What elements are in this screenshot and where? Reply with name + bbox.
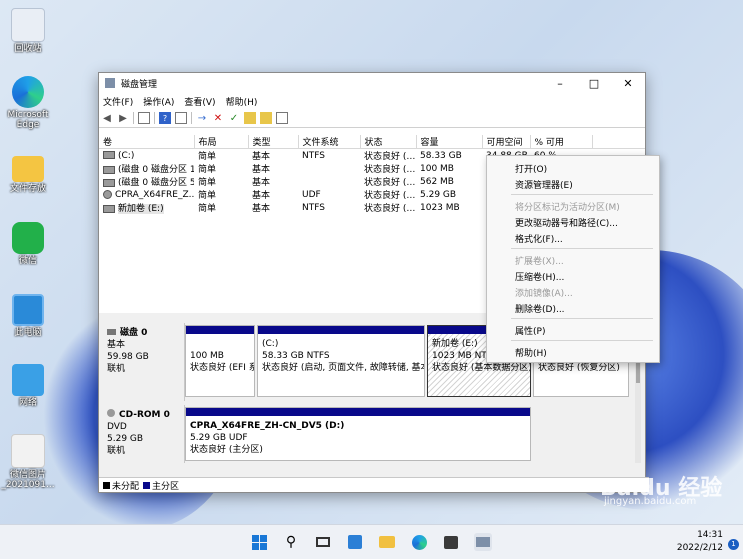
desktop-icon-edge[interactable]: Microsoft Edge: [0, 76, 56, 130]
desktop-icon-this-pc[interactable]: 此电脑: [0, 294, 56, 338]
title-bar[interactable]: 磁盘管理 – □ ✕: [99, 73, 645, 93]
column-type[interactable]: 类型: [248, 135, 299, 149]
cd-icon: [103, 189, 112, 199]
menu-item-add-mirror: 添加镜像(A)...: [515, 289, 573, 299]
disk-icon: [107, 329, 116, 335]
volume-icon: [103, 151, 115, 159]
taskbar: ⚲ 14:31 2022/2/12 1: [0, 524, 743, 559]
explore-icon[interactable]: [260, 112, 272, 124]
column-status[interactable]: 状态: [360, 135, 417, 149]
partition-c[interactable]: (C:) 58.33 GB NTFS 状态良好 (启动, 页面文件, 故障转储, 基…: [257, 325, 425, 397]
partition-cdrom-d[interactable]: CPRA_X64FRE_ZH-CN_DV5 (D:) 5.29 GB UDF 状态良…: [185, 407, 531, 461]
menu-item-delete[interactable]: 删除卷(D)...: [515, 302, 565, 315]
legend-unallocated-swatch: [103, 481, 110, 489]
help-icon[interactable]: ?: [159, 112, 171, 124]
minimize-button[interactable]: –: [543, 73, 577, 93]
legend-primary-swatch: [143, 481, 151, 489]
column-capacity[interactable]: 容量: [416, 135, 483, 149]
back-icon[interactable]: ◀: [101, 112, 113, 124]
disk0-label[interactable]: 磁盘 0 基本 59.98 GB 联机: [101, 323, 185, 401]
volume-icon: [103, 204, 115, 213]
widgets-icon[interactable]: [346, 533, 364, 551]
desktop-icon-recycle-bin[interactable]: 回收站: [0, 8, 56, 54]
partition-efi[interactable]: 100 MB 状态良好 (EFI 系: [185, 325, 255, 397]
column-volume[interactable]: 卷: [99, 135, 195, 149]
edge-taskbar-icon[interactable]: [410, 533, 428, 551]
open-folder-icon[interactable]: [244, 112, 256, 124]
cd-icon: [107, 409, 115, 417]
task-view-icon[interactable]: [314, 533, 332, 551]
table-header: 卷 布局 类型 文件系统 状态 容量 可用空间 % 可用: [99, 135, 645, 149]
desktop-icon-folder[interactable]: 文件存放: [0, 152, 56, 194]
menu-item-extend: 扩展卷(X)...: [515, 257, 564, 267]
monitor-icon: [12, 294, 44, 326]
system-clock[interactable]: 14:31 2022/2/12: [677, 529, 723, 555]
disk-management-icon: [105, 78, 115, 88]
context-menu: 打开(O) 资源管理器(E) 将分区标记为活动分区(M) 更改驱动器号和路径(C…: [486, 155, 660, 363]
delete-icon[interactable]: ✕: [212, 112, 224, 124]
file-explorer-icon[interactable]: [378, 533, 396, 551]
menu-item-help[interactable]: 帮助(H): [515, 346, 547, 359]
column-free-space[interactable]: 可用空间: [482, 135, 531, 149]
menu-item-shrink[interactable]: 压缩卷(H)...: [515, 270, 564, 283]
cdrom0-label[interactable]: CD-ROM 0 DVD 5.29 GB 联机: [101, 405, 185, 463]
desktop-icon-wechat[interactable]: 微信: [0, 222, 56, 266]
forward-icon[interactable]: ▶: [117, 112, 129, 124]
close-button[interactable]: ✕: [611, 73, 645, 93]
volume-icon: [103, 165, 115, 174]
network-icon: [12, 364, 44, 396]
recycle-bin-icon: [11, 8, 45, 42]
desktop-icon-wechat-image[interactable]: 微信图片_2021091...: [0, 434, 56, 490]
desktop-icon-network[interactable]: 网络: [0, 364, 56, 408]
list-view-icon[interactable]: [276, 112, 288, 124]
menu-action[interactable]: 操作(A): [143, 95, 174, 108]
column-layout[interactable]: 布局: [194, 135, 249, 149]
menu-item-change-drive-letter[interactable]: 更改驱动器号和路径(C)...: [515, 216, 618, 229]
column-filesystem[interactable]: 文件系统: [298, 135, 361, 149]
baidu-watermark-url: jingyan.baidu.com: [604, 496, 697, 507]
menu-item-format[interactable]: 格式化(F)...: [515, 232, 563, 245]
connect-icon[interactable]: →: [196, 112, 208, 124]
wechat-icon: [12, 222, 44, 254]
legend: 未分配 主分区: [99, 477, 649, 492]
column-percent-free[interactable]: % 可用: [530, 135, 593, 149]
check-icon[interactable]: ✓: [228, 112, 240, 124]
menu-item-open[interactable]: 打开(O): [515, 162, 547, 175]
disk-management-taskbar-icon[interactable]: [474, 533, 492, 551]
start-icon[interactable]: [250, 533, 268, 551]
image-file-icon: [11, 434, 45, 468]
menu-help[interactable]: 帮助(H): [226, 95, 258, 108]
menu-file[interactable]: 文件(F): [103, 95, 133, 108]
menu-item-explorer[interactable]: 资源管理器(E): [515, 178, 573, 191]
console-tree-icon[interactable]: [138, 112, 150, 124]
search-icon[interactable]: ⚲: [282, 533, 300, 551]
volume-icon: [103, 178, 115, 187]
menu-item-properties[interactable]: 属性(P): [515, 324, 545, 337]
edge-icon: [12, 76, 44, 108]
toolbar: ◀ ▶ ? → ✕ ✓: [99, 109, 645, 128]
store-icon[interactable]: [442, 533, 460, 551]
properties-icon[interactable]: [175, 112, 187, 124]
folder-icon: [12, 156, 44, 182]
menu-item-mark-active: 将分区标记为活动分区(M): [515, 203, 620, 213]
maximize-button[interactable]: □: [577, 73, 611, 93]
window-title: 磁盘管理: [121, 79, 158, 90]
menu-view[interactable]: 查看(V): [184, 95, 215, 108]
menu-bar: 文件(F) 操作(A) 查看(V) 帮助(H): [99, 93, 645, 109]
notification-badge[interactable]: 1: [728, 539, 739, 550]
